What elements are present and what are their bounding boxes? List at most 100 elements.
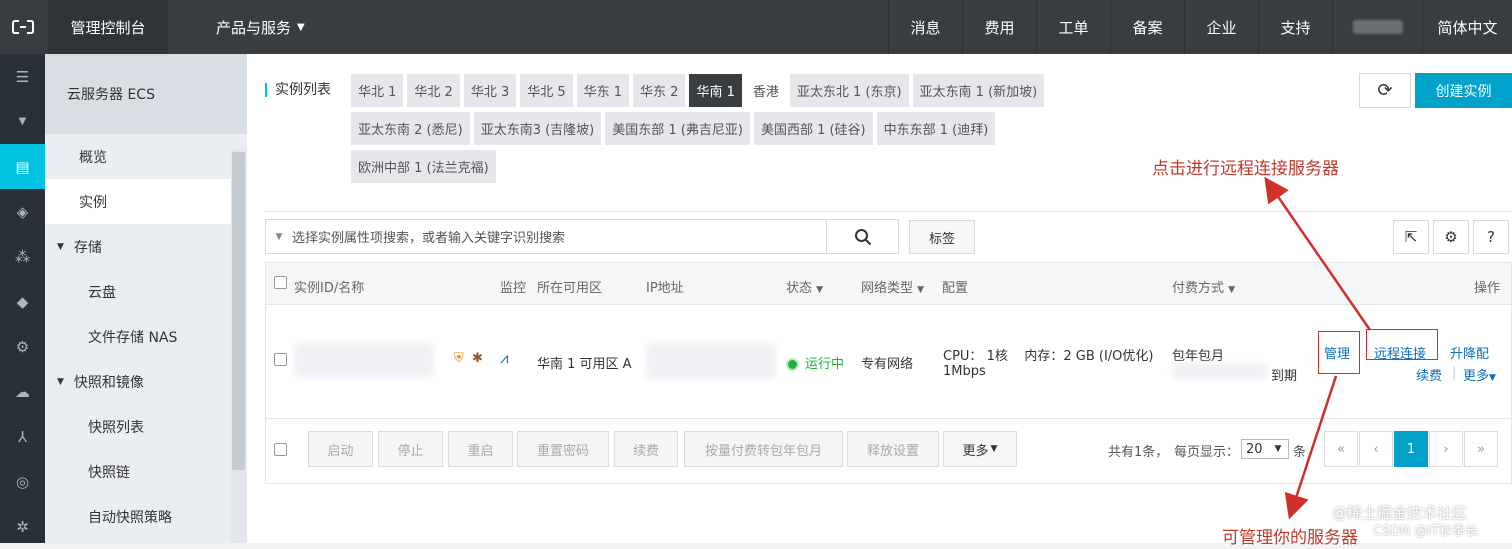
region-tabs: 华北 1 华北 2 华北 3 华北 5 华东 1 华东 2 华南 1 香港 亚太东北 1 (东京… [351,74,1091,188]
col-billing[interactable]: 付费方式 ▼ [1172,277,1235,296]
annotation-remote: 点击进行远程连接服务器 [1152,159,1339,179]
more-ops-link[interactable]: 更多▼ [1463,365,1496,384]
next-page-button[interactable]: › [1429,431,1463,467]
tab-region[interactable]: 香港 [745,74,786,107]
tab-region[interactable]: 亚太东南 2 (悉尼) [351,112,470,145]
sidebar-group-label: 快照和镜像 [73,374,144,391]
cloud-icon[interactable]: ☁ [0,369,45,414]
settings-icon[interactable]: ⚙ [0,324,45,369]
page-title: 实例列表 [265,83,331,97]
tab-region[interactable]: 华北 5 [520,74,573,107]
caret-down-icon: ▼ [917,285,925,295]
export-button[interactable]: ⇱ [1393,220,1429,254]
current-page-button[interactable]: 1 [1394,431,1428,467]
sidebar-item-overview[interactable]: 概览 [45,134,247,179]
row-checkbox[interactable] [274,353,287,366]
tab-region[interactable]: 华南 1 [689,74,742,107]
col-network[interactable]: 网络类型 ▼ [861,277,924,296]
col-status[interactable]: 状态 ▼ [786,277,823,296]
aliyun-logo-icon[interactable] [0,0,45,54]
settings-button[interactable]: ⚙ [1433,220,1469,254]
reset-password-button[interactable]: 重置密码 [517,431,609,467]
sidebar-group-snapshots[interactable]: ▼ 快照和镜像 [45,359,247,404]
sidebar-item-nas[interactable]: 文件存储 NAS [45,314,247,359]
tab-region[interactable]: 华东 1 [576,74,630,107]
tab-region[interactable]: 亚太东南 1 (新加坡) [912,74,1045,107]
sidebar-item-instances[interactable]: 实例 [45,179,247,224]
prev-page-button[interactable]: ‹ [1359,431,1393,467]
tab-region[interactable]: 中东东部 1 (迪拜) [876,112,996,145]
first-page-button[interactable]: « [1324,431,1358,467]
footer-select-checkbox[interactable] [274,443,287,456]
products-menu[interactable]: 产品与服务 ▼ [168,0,305,54]
nav-icp[interactable]: 备案 [1110,0,1184,54]
nav-tickets[interactable]: 工单 [1036,0,1110,54]
resize-link[interactable]: 升降配 [1450,343,1489,362]
chevron-down-icon[interactable]: ▼ [0,99,45,144]
sidebar-item-disk[interactable]: 云盘 [45,269,247,314]
page-size-select[interactable]: 20 ▼ [1241,439,1289,459]
tab-region[interactable]: 美国西部 1 (硅谷) [753,112,873,145]
sidebar-item-snapshot-list[interactable]: 快照列表 [45,404,247,449]
caret-down-icon: ▼ [1489,373,1496,383]
monitor-chart-icon[interactable]: ⩘ [500,349,508,367]
select-all-checkbox[interactable] [274,276,287,289]
fork-icon[interactable]: ⅄ [0,414,45,459]
release-settings-button[interactable]: 释放设置 [847,431,939,467]
shield-icon[interactable]: ⛨ [454,351,464,366]
nodes-icon[interactable]: ✲ [0,504,45,549]
stop-button[interactable]: 停止 [378,431,443,467]
layers-icon[interactable]: ◆ [0,279,45,324]
caret-down-icon: ▼ [1228,285,1236,295]
col-network-label: 网络类型 [861,281,914,296]
target-icon[interactable]: ◎ [0,459,45,504]
nav-support[interactable]: 支持 [1258,0,1332,54]
restart-button[interactable]: 重启 [448,431,513,467]
search-input[interactable]: ▼ 选择实例属性项搜索，或者输入关键字识别搜索 [265,219,827,254]
refresh-button[interactable]: ⟳ [1359,73,1411,108]
renew-button[interactable]: 续费 [614,431,678,467]
zone-value: 华南 1 可用区 A [537,357,632,372]
ip-address-redacted [646,343,776,379]
sidebar-scroll-thumb[interactable] [232,152,245,470]
start-button[interactable]: 启动 [308,431,373,467]
sidebar-item-snapshot-chain[interactable]: 快照链 [45,449,247,494]
tab-region[interactable]: 华北 2 [407,74,460,107]
tab-region[interactable]: 欧洲中部 1 (法兰克福) [351,150,496,183]
tag-button[interactable]: 标签 [909,220,975,254]
separator: | [1452,365,1457,380]
tab-region[interactable]: 亚太东南3 (吉隆坡) [473,112,602,145]
menu-icon[interactable]: ☰ [0,54,45,99]
more-button[interactable]: 更多 ▼ [943,431,1017,467]
renew-link[interactable]: 续费 [1416,365,1442,384]
tab-region[interactable]: 华北 3 [463,74,517,107]
nav-billing[interactable]: 费用 [962,0,1036,54]
database-icon[interactable]: ◈ [0,189,45,234]
nav-enterprise[interactable]: 企业 [1184,0,1258,54]
col-id[interactable]: 实例ID/名称 [294,277,364,296]
sidebar-group-storage[interactable]: ▼ 存储 [45,224,247,269]
tab-region[interactable]: 华东 2 [633,74,686,107]
sidebar-item-auto-snapshot[interactable]: 自动快照策略 [45,494,247,539]
watermark-line-2: CSDN @IT秋季长 [1373,524,1478,539]
convert-billing-button[interactable]: 按量付费转包年包月 [684,431,843,467]
plugin-icon[interactable]: ✱ [472,351,483,366]
tab-region[interactable]: 美国东部 1 (弗吉尼亚) [605,112,750,145]
region-row-2: 亚太东南 2 (悉尼) 亚太东南3 (吉隆坡) 美国东部 1 (弗吉尼亚) 美国西部 … [351,112,1091,145]
tab-region[interactable]: 华北 1 [351,74,404,107]
region-row-3: 欧洲中部 1 (法兰克福) [351,150,1091,183]
language-switcher[interactable]: 简体中文 [1422,0,1512,54]
sidebar-title: 云服务器 ECS [45,54,247,134]
instance-id-redacted[interactable] [294,343,434,377]
create-instance-button[interactable]: 创建实例 [1415,73,1512,108]
console-link[interactable]: 管理控制台 [48,0,168,54]
last-page-button[interactable]: » [1464,431,1498,467]
nav-messages[interactable]: 消息 [888,0,962,54]
tab-region[interactable]: 亚太东北 1 (东京) [789,74,909,107]
help-button[interactable]: ? [1473,220,1509,254]
user-account-menu[interactable] [1332,0,1422,54]
network-icon[interactable]: ⁂ [0,234,45,279]
server-icon[interactable]: ▤ [0,144,45,189]
search-submit-button[interactable] [827,219,899,254]
status-running-icon [786,358,799,371]
